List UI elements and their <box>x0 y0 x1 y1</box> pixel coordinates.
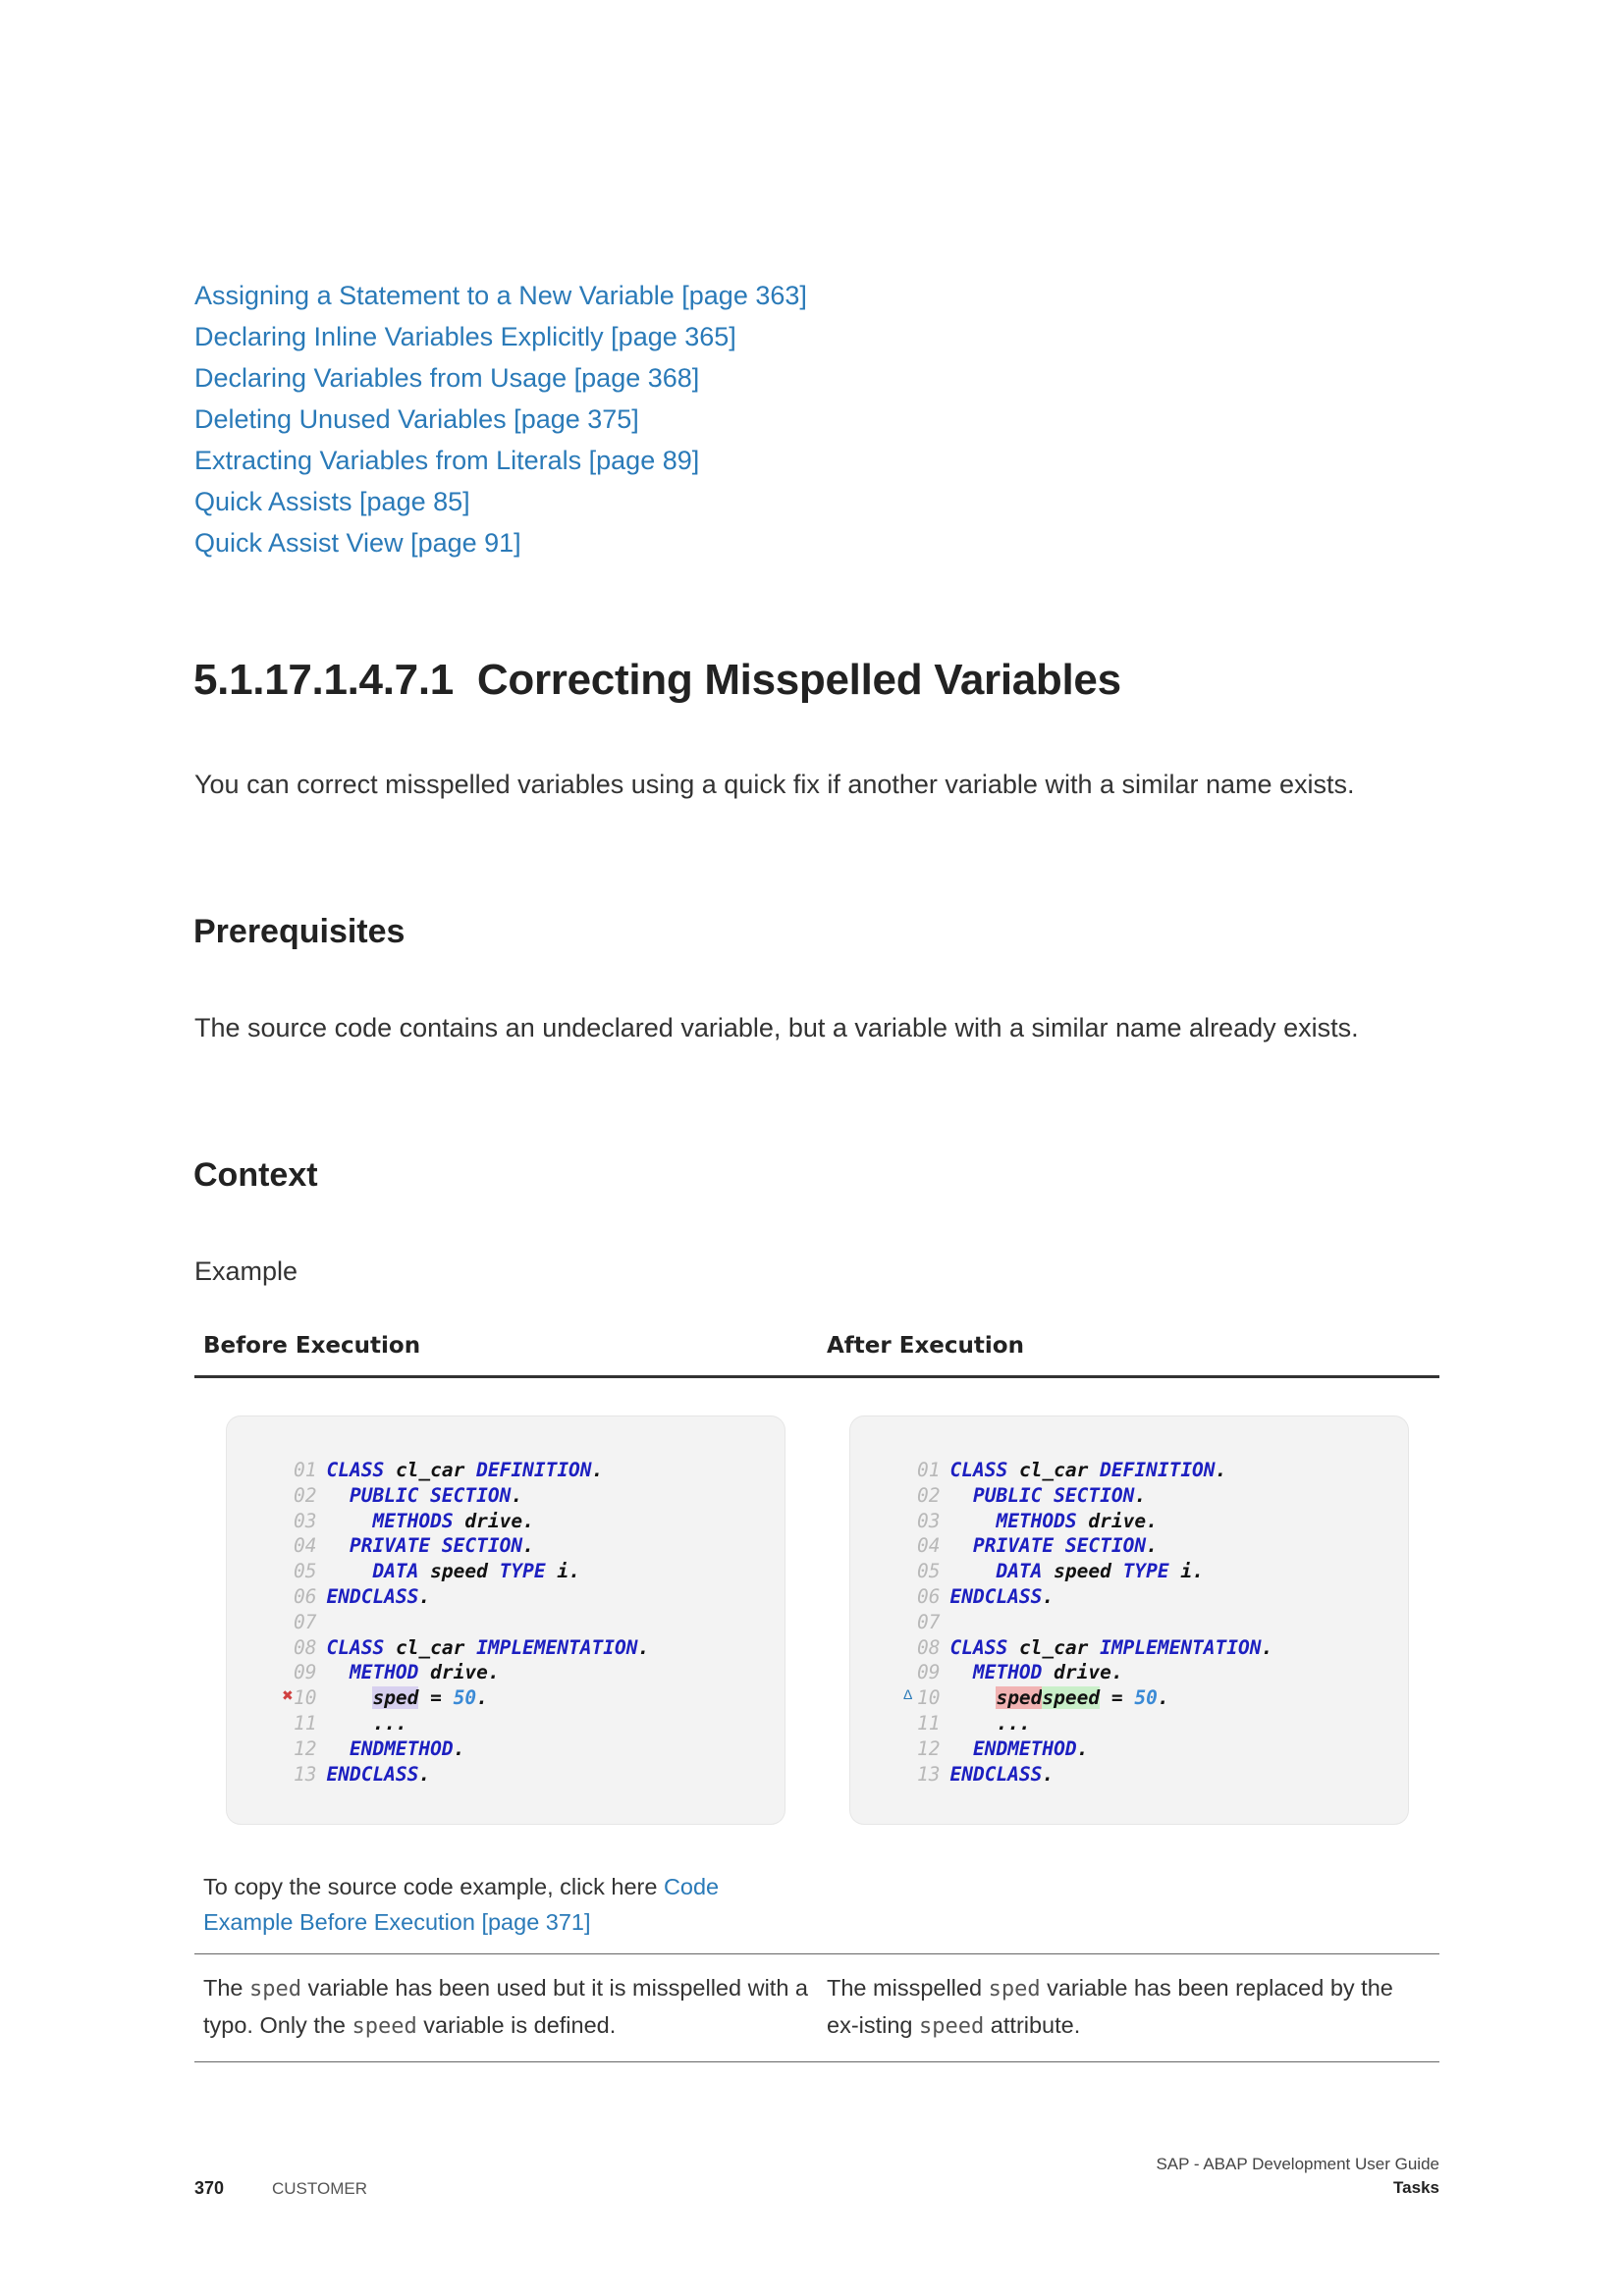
column-header-after: After Execution <box>827 1333 1024 1359</box>
misspelled-variable: sped <box>372 1686 419 1710</box>
link-quick-assists[interactable]: Quick Assists [page 85] <box>194 487 470 516</box>
intro-text: You can correct misspelled variables usi… <box>194 770 1355 799</box>
link-quick-assist-view[interactable]: Quick Assist View [page 91] <box>194 528 521 558</box>
example-label: Example <box>194 1256 298 1286</box>
link-assigning-statement[interactable]: Assigning a Statement to a New Variable … <box>194 281 807 310</box>
doc-title: SAP - ABAP Development User Guide <box>1156 2155 1439 2173</box>
code-after: Δ 01 CLASS cl_car DEFINITION. 02 PUBLIC S… <box>850 1416 1408 1824</box>
prerequisites-heading: Prerequisites <box>193 913 406 950</box>
prerequisites-text: The source code contains an undeclared v… <box>194 1013 1359 1042</box>
inserted-variable: speed <box>1042 1686 1101 1710</box>
table-row-rule <box>194 1953 1439 1954</box>
chapter-name: Tasks <box>1393 2178 1439 2197</box>
context-heading: Context <box>193 1156 318 1194</box>
link-deleting-unused[interactable]: Deleting Unused Variables [page 375] <box>194 404 639 434</box>
table-header-rule <box>194 1375 1439 1378</box>
footer-doc-info: SAP - ABAP Development User Guide Tasks <box>1156 2153 1439 2200</box>
section-title-text: Correcting Misspelled Variables <box>476 656 1121 704</box>
code-listing-after: 01 CLASS cl_car DEFINITION. 02 PUBLIC SEC… <box>917 1459 1273 1786</box>
link-extracting-literals[interactable]: Extracting Variables from Literals [page… <box>194 446 699 475</box>
classification: CUSTOMER <box>272 2179 367 2198</box>
page-number: 370 <box>194 2178 225 2198</box>
section-number: 5.1.17.1.4.7.1 <box>193 656 454 704</box>
table-bottom-rule <box>194 2061 1439 2062</box>
link-declaring-from-usage[interactable]: Declaring Variables from Usage [page 368… <box>194 363 699 393</box>
column-header-before: Before Execution <box>203 1333 421 1359</box>
link-declaring-inline[interactable]: Declaring Inline Variables Explicitly [p… <box>194 322 736 351</box>
after-description: The misspelled sped variable has been re… <box>827 1975 1393 2039</box>
code-before: ✖ 01 CLASS cl_car DEFINITION. 02 PUBLIC S… <box>227 1416 785 1824</box>
change-marker-icon: Δ <box>903 1686 913 1702</box>
related-links: Assigning a Statement to a New Variable … <box>194 275 807 563</box>
error-marker-icon: ✖ <box>282 1687 294 1703</box>
removed-variable: sped <box>996 1686 1043 1710</box>
code-listing-before: 01 CLASS cl_car DEFINITION. 02 PUBLIC SEC… <box>294 1459 650 1786</box>
section-title: 5.1.17.1.4.7.1 Correcting Misspelled Vari… <box>193 656 1121 705</box>
before-description: The sped variable has been used but it i… <box>203 1975 808 2039</box>
copy-note: To copy the source code example, click h… <box>203 1874 720 1935</box>
